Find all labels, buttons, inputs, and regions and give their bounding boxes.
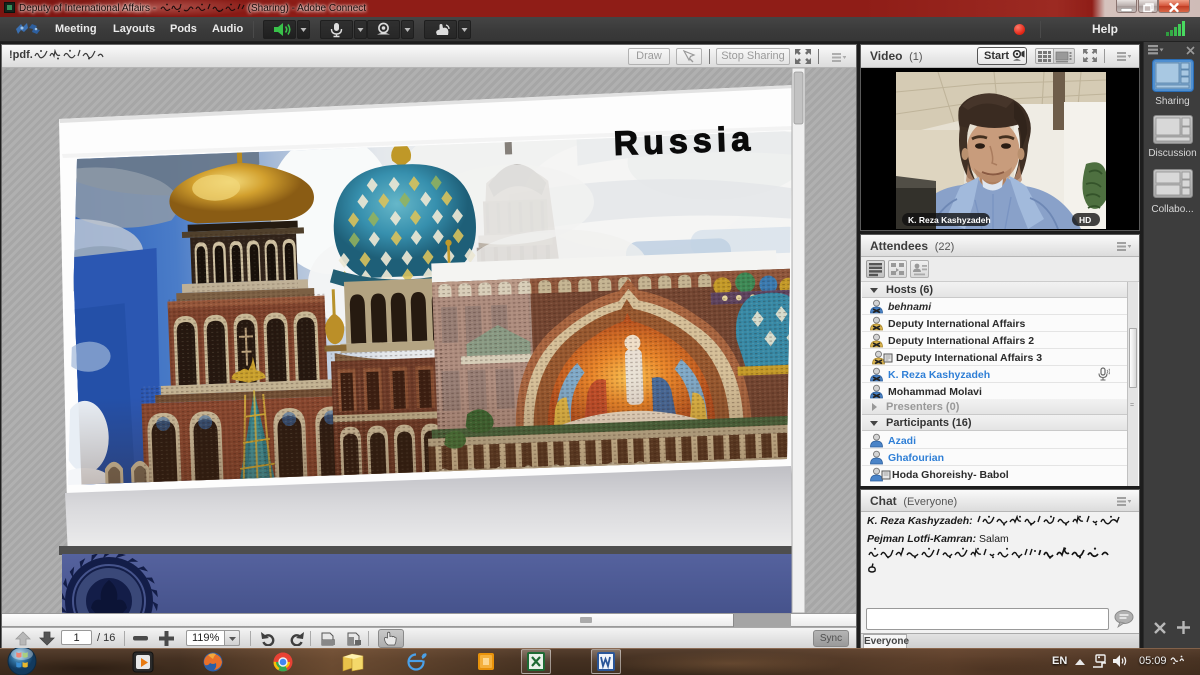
- svg-text:Russia: Russia: [613, 120, 756, 163]
- svg-text:K. Reza Kashyzadeh: K. Reza Kashyzadeh: [908, 215, 991, 225]
- svg-text:HD: HD: [1079, 215, 1091, 225]
